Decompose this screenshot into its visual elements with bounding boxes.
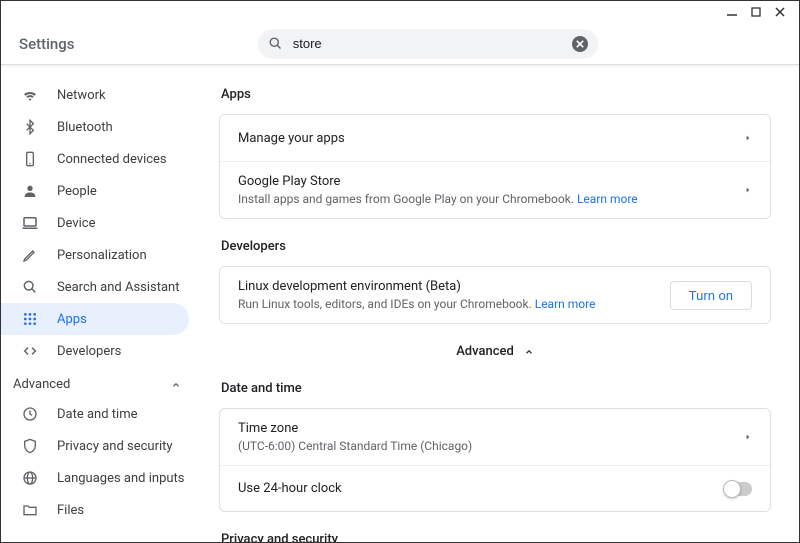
- chevron-up-icon: [171, 380, 181, 390]
- search-input[interactable]: [293, 36, 572, 51]
- wifi-icon: [21, 86, 39, 104]
- sidebar-item-languages[interactable]: Languages and inputs: [1, 462, 189, 494]
- section-heading-datetime: Date and time: [221, 381, 771, 396]
- sidebar-item-files[interactable]: Files: [1, 494, 189, 526]
- clear-search-icon[interactable]: [572, 36, 588, 52]
- section-heading-apps: Apps: [221, 87, 771, 102]
- learn-more-link[interactable]: Learn more: [577, 192, 638, 206]
- shield-icon: [21, 437, 39, 455]
- section-heading-developers: Developers: [221, 239, 771, 254]
- sidebar-item-label: Languages and inputs: [57, 471, 185, 486]
- row-title: Manage your apps: [238, 131, 744, 146]
- code-icon: [21, 342, 39, 360]
- sidebar-item-bluetooth[interactable]: Bluetooth: [1, 111, 189, 143]
- row-title: Use 24-hour clock: [238, 481, 724, 496]
- row-title: Time zone: [238, 421, 744, 436]
- minimize-icon[interactable]: [727, 7, 737, 17]
- row-time-zone[interactable]: Time zone (UTC-6:00) Central Standard Ti…: [220, 409, 770, 465]
- sidebar-item-label: Apps: [57, 312, 87, 327]
- row-subtitle: Run Linux tools, editors, and IDEs on yo…: [238, 297, 670, 311]
- row-google-play-store[interactable]: Google Play Store Install apps and games…: [220, 161, 770, 218]
- sidebar-item-search-assistant[interactable]: Search and Assistant: [1, 271, 189, 303]
- sidebar-item-date-time[interactable]: Date and time: [1, 398, 189, 430]
- sidebar-item-label: People: [57, 184, 97, 199]
- apps-grid-icon: [21, 310, 39, 328]
- sidebar-item-device[interactable]: Device: [1, 207, 189, 239]
- datetime-card: Time zone (UTC-6:00) Central Standard Ti…: [219, 408, 771, 512]
- sidebar-item-privacy-security[interactable]: Privacy and security: [1, 430, 189, 462]
- sidebar-item-people[interactable]: People: [1, 175, 189, 207]
- search-box[interactable]: [258, 29, 598, 59]
- search-icon: [21, 278, 39, 296]
- sidebar-item-network[interactable]: Network: [1, 79, 189, 111]
- sidebar: Network Bluetooth Connected devices Peop…: [1, 65, 201, 542]
- chevron-right-icon: [744, 432, 752, 442]
- clock-icon: [21, 405, 39, 423]
- chevron-up-icon: [524, 347, 534, 357]
- person-icon: [21, 182, 39, 200]
- sidebar-item-label: Network: [57, 88, 106, 103]
- main-content: Apps Manage your apps Google Play Store …: [201, 65, 799, 542]
- close-icon[interactable]: [775, 7, 785, 17]
- sidebar-item-label: Developers: [57, 344, 121, 359]
- globe-icon: [21, 469, 39, 487]
- row-subtitle: Install apps and games from Google Play …: [238, 192, 744, 206]
- laptop-icon: [21, 214, 39, 232]
- turn-on-button[interactable]: Turn on: [670, 281, 752, 310]
- toggle-24-hour-clock[interactable]: [724, 482, 752, 496]
- sidebar-item-label: Device: [57, 216, 96, 231]
- pencil-icon: [21, 246, 39, 264]
- learn-more-link[interactable]: Learn more: [535, 297, 596, 311]
- sidebar-item-apps[interactable]: Apps: [1, 303, 189, 335]
- chevron-right-icon: [744, 133, 752, 143]
- search-icon: [268, 36, 283, 51]
- chevron-right-icon: [744, 185, 752, 195]
- sidebar-item-label: Bluetooth: [57, 120, 113, 135]
- sidebar-advanced-toggle[interactable]: Advanced: [1, 367, 201, 398]
- sidebar-item-label: Date and time: [57, 407, 138, 422]
- apps-card: Manage your apps Google Play Store Insta…: [219, 114, 771, 219]
- row-subtitle: (UTC-6:00) Central Standard Time (Chicag…: [238, 439, 744, 453]
- bluetooth-icon: [21, 118, 39, 136]
- developers-card: Linux development environment (Beta) Run…: [219, 266, 771, 324]
- row-24-hour-clock: Use 24-hour clock: [220, 465, 770, 511]
- sidebar-item-label: Personalization: [57, 248, 147, 263]
- row-manage-apps[interactable]: Manage your apps: [220, 115, 770, 161]
- maximize-icon[interactable]: [751, 7, 761, 17]
- advanced-toggle[interactable]: Advanced: [219, 344, 771, 359]
- sidebar-item-label: Connected devices: [57, 152, 167, 167]
- sidebar-item-label: Files: [57, 503, 84, 518]
- sidebar-item-connected-devices[interactable]: Connected devices: [1, 143, 189, 175]
- window-titlebar: [1, 1, 799, 23]
- row-title: Google Play Store: [238, 174, 744, 189]
- section-heading-privacy: Privacy and security: [221, 532, 771, 542]
- sidebar-advanced-label: Advanced: [13, 377, 70, 392]
- sidebar-item-label: Privacy and security: [57, 439, 173, 454]
- folder-icon: [21, 501, 39, 519]
- page-title: Settings: [19, 35, 75, 53]
- row-linux-dev-env: Linux development environment (Beta) Run…: [220, 267, 770, 323]
- sidebar-item-personalization[interactable]: Personalization: [1, 239, 189, 271]
- sidebar-item-label: Search and Assistant: [57, 280, 180, 295]
- row-title: Linux development environment (Beta): [238, 279, 670, 294]
- header: Settings: [1, 23, 799, 65]
- sidebar-item-developers[interactable]: Developers: [1, 335, 189, 367]
- phone-icon: [21, 150, 39, 168]
- advanced-label: Advanced: [456, 344, 514, 359]
